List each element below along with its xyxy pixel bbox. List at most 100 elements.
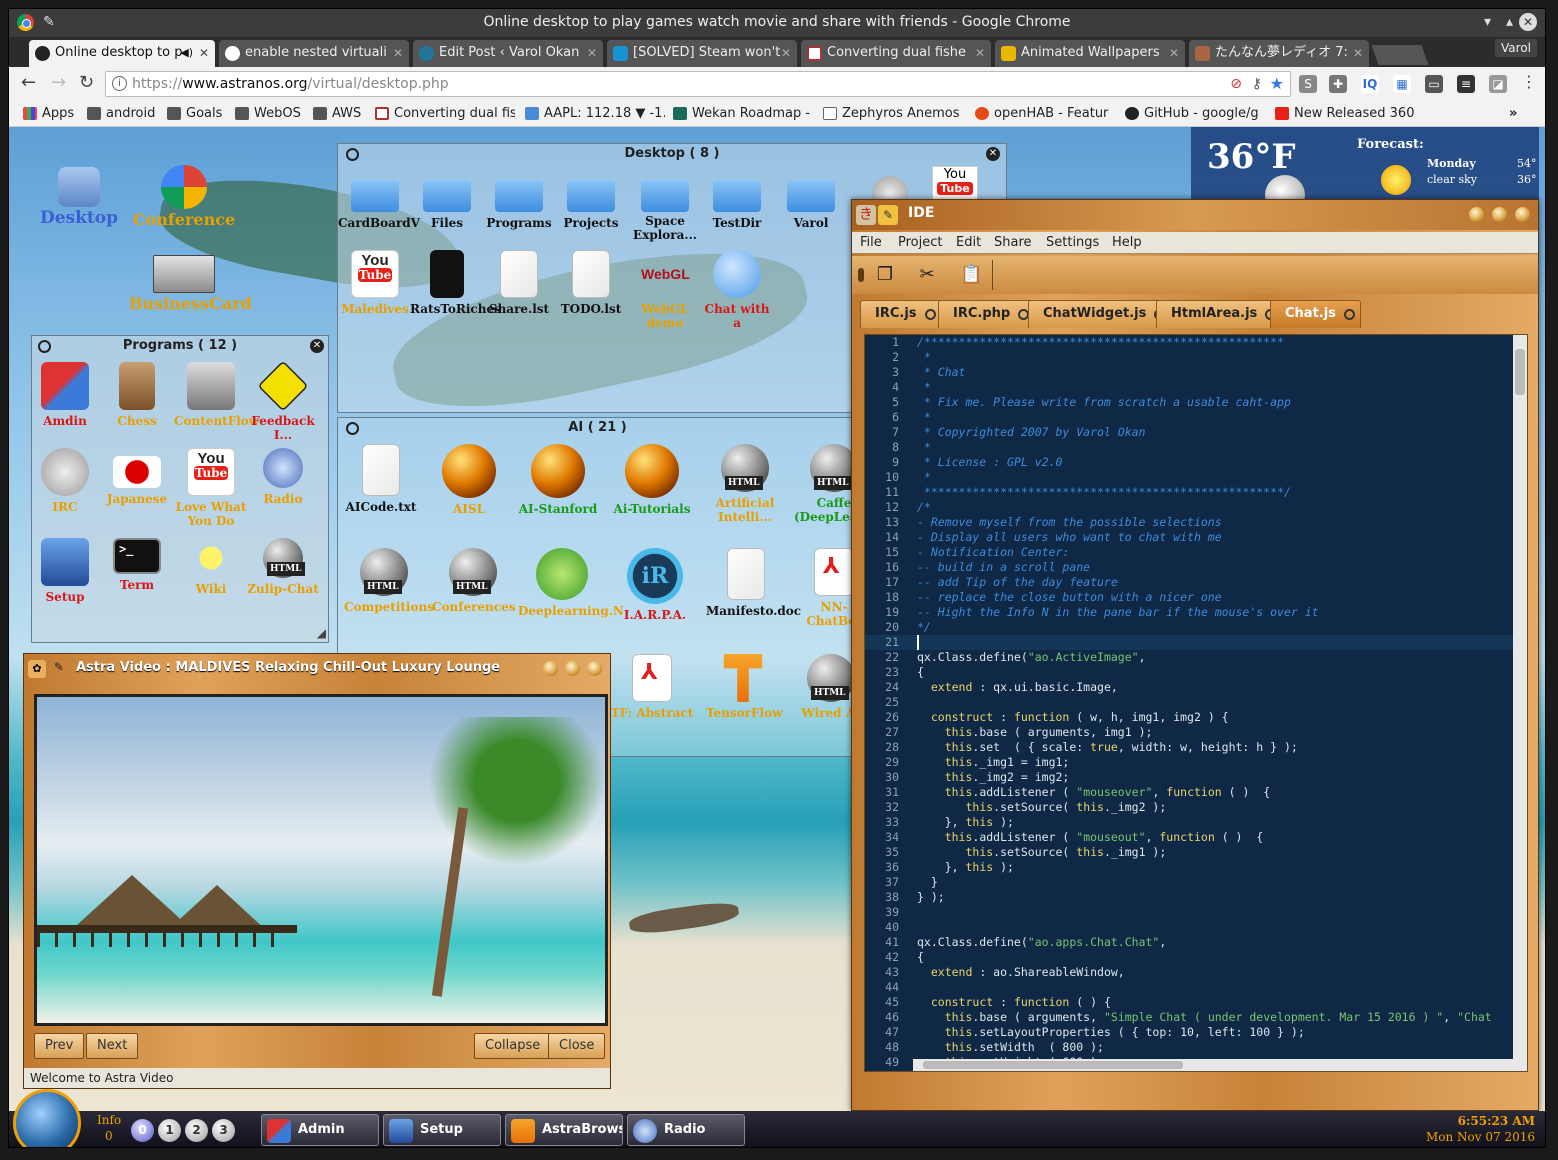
maximize-icon[interactable] — [565, 661, 580, 676]
tab-chat-js[interactable]: Chat.js — [1270, 300, 1361, 328]
close-button[interactable]: Close — [548, 1033, 606, 1059]
astra-video-window[interactable]: ✿ ✎ Astra Video : MALDIVES Relaxing Chil… — [23, 653, 611, 1089]
bookmark-github[interactable]: GitHub - google/gr — [1125, 104, 1259, 124]
bookmark-aapl[interactable]: AAPL: 112.18 ▼ -1. — [525, 104, 665, 124]
link-competitions[interactable]: HTML Competitions — [344, 548, 434, 614]
link-artificial-intelligence[interactable]: HTML Artificial Intelli... — [708, 444, 782, 524]
tab-fisheye[interactable]: Converting dual fishe ✕ — [801, 40, 991, 67]
code-line[interactable]: }, this ); — [917, 860, 1014, 875]
new-tab-button[interactable] — [1371, 45, 1429, 65]
app-webgl-demo[interactable]: WebGL WebGL demo — [628, 250, 702, 330]
workspace-0-button[interactable]: 0 — [131, 1119, 154, 1142]
program-wiki[interactable]: Wiki — [174, 538, 248, 596]
info-label[interactable]: Info — [97, 1113, 121, 1127]
code-line[interactable]: * — [917, 470, 931, 485]
menu-file[interactable]: File — [860, 235, 882, 250]
bookmark-360[interactable]: New Released 360 — [1275, 104, 1414, 124]
collapse-button[interactable]: Collapse — [474, 1033, 552, 1059]
extension-stack-icon[interactable]: ≡ — [1457, 75, 1475, 93]
link-ai-tutorials[interactable]: Ai-Tutorials — [610, 444, 694, 516]
code-line[interactable]: extend : qx.ui.basic.Image, — [917, 680, 1118, 695]
window-header[interactable]: き ✎ IDE — [852, 200, 1538, 230]
toolbar-handle-icon[interactable] — [858, 268, 864, 282]
program-radio[interactable]: Radio — [246, 448, 320, 506]
bookmark-goals[interactable]: Goals — [167, 104, 222, 124]
extension-grid-icon[interactable]: ▦ — [1393, 75, 1411, 93]
workspace-2-button[interactable]: 2 — [185, 1119, 208, 1142]
scroll-thumb[interactable] — [923, 1061, 1183, 1069]
site-info-icon[interactable]: i — [112, 76, 127, 91]
code-line[interactable]: this.setSource( this._img1 ); — [917, 845, 1166, 860]
menu-settings[interactable]: Settings — [1046, 235, 1099, 250]
folder-cardboardv[interactable]: CardBoardV — [338, 172, 420, 230]
code-line[interactable]: * — [917, 440, 931, 455]
bookmark-zephyros[interactable]: Zephyros Anemos — [823, 104, 960, 124]
extension-iq-icon[interactable]: IQ — [1361, 75, 1379, 93]
bookmark-webos[interactable]: WebOS — [235, 104, 301, 124]
tab-irc-php[interactable]: IRC.php — [938, 300, 1036, 328]
code-line[interactable]: * Chat — [917, 365, 966, 380]
window-menu-icon[interactable] — [346, 148, 359, 161]
code-line[interactable]: -- build in a scroll pane — [917, 560, 1090, 575]
workspace-1-button[interactable]: 1 — [158, 1119, 181, 1142]
tab-close-icon[interactable] — [1343, 309, 1355, 320]
link-wired-ai[interactable]: HTML Wired AI — [794, 654, 857, 720]
desktop-icon-desktop[interactable]: Desktop — [39, 167, 119, 227]
file-nn-chatbot[interactable]: ⅄ NN-ChatBot — [794, 548, 857, 628]
menu-project[interactable]: Project — [898, 235, 942, 250]
taskbar-radio-button[interactable]: Radio — [627, 1114, 745, 1146]
tab-wordpress[interactable]: Edit Post ‹ Varol Okan ✕ — [413, 40, 603, 67]
window-header[interactable]: AI ( 21 ) — [338, 418, 857, 438]
link-ai-stanford[interactable]: AI-Stanford — [518, 444, 598, 516]
code-line[interactable]: this.setWidth ( 800 ); — [917, 1040, 1104, 1055]
pin-icon[interactable]: ✎ — [43, 9, 55, 35]
copy-icon[interactable]: ❐ — [874, 264, 896, 286]
code-line[interactable]: qx.Class.define("ao.ActiveImage", — [917, 650, 1146, 665]
prev-button[interactable]: Prev — [34, 1033, 85, 1059]
cut-icon[interactable]: ✂ — [916, 264, 938, 286]
extension-monitor-icon[interactable]: ▭ — [1425, 75, 1443, 93]
desktop-icon-businesscard[interactable]: BusinessCard — [129, 255, 252, 312]
taskbar-setup-button[interactable]: Setup — [383, 1114, 501, 1146]
extension-s-icon[interactable]: S — [1299, 75, 1317, 93]
horizontal-scrollbar[interactable] — [913, 1059, 1513, 1071]
weather-widget[interactable]: 36°F Forecast: Monday clear sky 54° 36° — [1191, 127, 1539, 215]
tab-close-icon[interactable]: ✕ — [975, 40, 985, 66]
bookmark-android[interactable]: android — [87, 104, 155, 124]
code-line[interactable]: this._img2 = img2; — [917, 770, 1070, 785]
code-line[interactable]: extend : ao.ShareableWindow, — [917, 965, 1125, 980]
code-line[interactable]: /***************************************… — [917, 335, 1284, 350]
back-icon[interactable]: ← — [21, 72, 36, 93]
window-header[interactable]: Programs ( 12 ) ✕ — [32, 336, 328, 356]
key-icon[interactable]: ⚷ — [1252, 72, 1262, 96]
bookmark-star-icon[interactable]: ★ — [1270, 72, 1284, 96]
tab-irc-js[interactable]: IRC.js — [860, 300, 942, 328]
tab-steam[interactable]: [SOLVED] Steam won't ✕ — [607, 40, 797, 67]
code-line[interactable]: } — [917, 875, 938, 890]
tab-close-icon[interactable]: ✕ — [1353, 40, 1363, 66]
tab-close-icon[interactable]: ✕ — [781, 40, 791, 66]
window-titlebar[interactable]: ✎ Online desktop to play games watch mov… — [9, 9, 1545, 37]
tab-close-icon[interactable] — [924, 309, 936, 320]
file-tf-abstract[interactable]: ⅄ TF: Abstract — [610, 654, 694, 720]
code-editor[interactable]: 1 2 3 4 5 6 7 8 9 10 11 12 13 14 15 16 17 18 19 20 21 22 23 24 2… — [864, 334, 1528, 1072]
code-line[interactable]: this._img1 = img1; — [917, 755, 1070, 770]
tab-wallpapers[interactable]: Animated Wallpapers ✕ — [995, 40, 1185, 67]
folder-programs[interactable]: Programs — [482, 172, 556, 230]
app-chat-with-ai[interactable]: Chat with a — [700, 250, 774, 330]
bookmark-aws[interactable]: AWS — [313, 104, 361, 124]
forward-icon[interactable]: → — [51, 72, 66, 93]
program-japanese[interactable]: Japanese — [100, 448, 174, 506]
code-line[interactable]: -- replace the close button with a nicer… — [917, 590, 1222, 605]
tab-radio[interactable]: たんなん夢レディオ 7: ✕ — [1189, 40, 1369, 67]
taskbar-astrabrowser-button[interactable]: AstraBrowser — [505, 1114, 623, 1146]
code-line[interactable]: this.setLayoutProperties ( { top: 10, le… — [917, 1025, 1305, 1040]
program-contentflow[interactable]: ContentFlow — [174, 362, 259, 428]
tab-google-search[interactable]: enable nested virtuali ✕ — [219, 40, 409, 67]
code-line[interactable]: * Copyrighted 2007 by Varol Okan — [917, 425, 1146, 440]
window-close-icon[interactable]: ✕ — [310, 339, 324, 353]
code-line[interactable]: - Display all users who want to chat wit… — [917, 530, 1222, 545]
code-line[interactable]: - Remove myself from the possible select… — [917, 515, 1222, 530]
program-term[interactable]: >_ Term — [100, 538, 174, 592]
code-line[interactable]: { — [917, 950, 924, 965]
